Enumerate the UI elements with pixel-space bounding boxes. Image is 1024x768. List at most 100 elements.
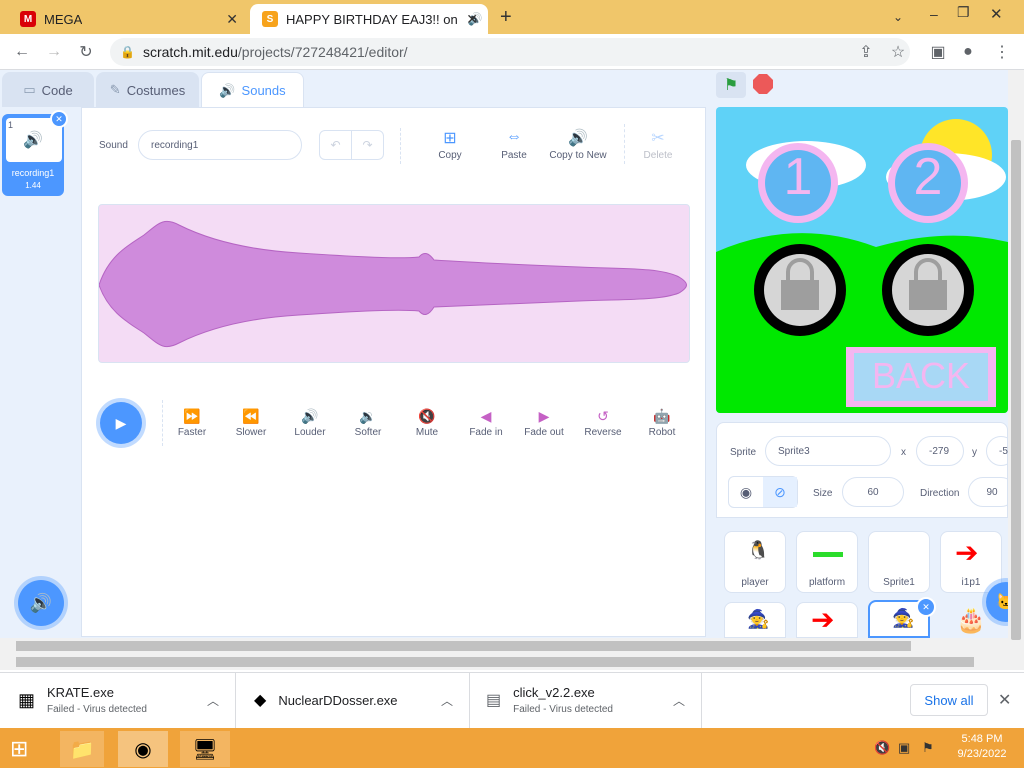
address-bar[interactable]: 🔒 scratch.mit.edu /projects/727248421/ed… bbox=[110, 38, 910, 66]
sound-item-duration: 1.44 bbox=[25, 181, 41, 190]
scrollbar-thumb[interactable] bbox=[16, 641, 911, 651]
forward-icon[interactable]: → bbox=[44, 42, 64, 62]
scrollbar-thumb[interactable] bbox=[1011, 140, 1021, 640]
redo-button[interactable]: ↷ bbox=[352, 131, 383, 159]
download-item[interactable]: ▦ KRATE.exe Failed - Virus detected ︿ bbox=[0, 672, 236, 728]
sound-name-input[interactable] bbox=[138, 130, 302, 160]
green-flag-icon[interactable]: ⚑ bbox=[716, 72, 746, 98]
undo-button[interactable]: ↶ bbox=[320, 131, 352, 159]
chrome-icon[interactable]: ◉ bbox=[118, 731, 168, 767]
sprite-tile-sprite1[interactable]: Sprite1 bbox=[868, 531, 930, 593]
effect-faster[interactable]: ⏩ Faster bbox=[164, 405, 220, 438]
sprite-tile-platform[interactable]: platform bbox=[796, 531, 858, 593]
size-input[interactable]: 60 bbox=[842, 477, 904, 507]
copy-to-new-label: Copy to New bbox=[549, 150, 607, 161]
effect-louder[interactable]: 🔊 Louder bbox=[282, 405, 338, 438]
sprite-tile[interactable]: 🧙 bbox=[724, 602, 786, 638]
stage[interactable]: 1 2 BACK bbox=[716, 107, 1008, 413]
horizontal-scrollbar-2[interactable] bbox=[0, 654, 1024, 670]
add-sound-button[interactable]: 🔊 bbox=[18, 580, 64, 626]
sprite-tile-player[interactable]: 🐧 player bbox=[724, 531, 786, 593]
control-panel-icon[interactable]: 🖥 bbox=[180, 731, 230, 767]
sidebar-icon[interactable]: ▣ bbox=[928, 42, 948, 62]
delete-icon[interactable]: ✕ bbox=[50, 110, 68, 128]
waveform-container[interactable] bbox=[98, 204, 690, 363]
back-icon[interactable]: ← bbox=[12, 42, 32, 62]
minimize-button[interactable]: – bbox=[930, 6, 938, 22]
chevron-up-icon[interactable]: ︿ bbox=[441, 692, 453, 709]
show-all-button[interactable]: Show all bbox=[910, 684, 988, 716]
window-close-button[interactable]: ✕ bbox=[990, 5, 1003, 23]
share-icon[interactable]: ⇪ bbox=[856, 42, 876, 62]
chevron-down-icon[interactable]: ⌄ bbox=[893, 10, 903, 24]
chevron-up-icon[interactable]: ︿ bbox=[673, 692, 685, 709]
robot-icon: 🤖 bbox=[653, 408, 671, 424]
eye-icon[interactable]: ◉ bbox=[729, 477, 763, 507]
direction-label: Direction bbox=[920, 488, 960, 499]
back-button[interactable]: BACK bbox=[854, 355, 988, 397]
tab-code[interactable]: ▭ Code bbox=[2, 72, 94, 107]
close-icon[interactable]: ✕ bbox=[226, 11, 238, 28]
lock-icon: 🔒 bbox=[120, 45, 135, 59]
delete-button[interactable]: ✂ Delete bbox=[630, 128, 686, 161]
x-input[interactable]: -279 bbox=[916, 436, 964, 466]
chevron-up-icon[interactable]: ︿ bbox=[207, 692, 219, 709]
volume-muted-icon[interactable]: 🔇 bbox=[874, 740, 890, 756]
tab-mega[interactable]: M MEGA ✕ bbox=[8, 4, 248, 34]
slower-icon: ⏪ bbox=[242, 408, 260, 424]
notification-icon[interactable]: ⚑ bbox=[922, 740, 934, 756]
maximize-button[interactable]: ❐ bbox=[957, 4, 970, 21]
effect-fade-out[interactable]: ▶ Fade out bbox=[516, 405, 572, 438]
effect-label: Mute bbox=[415, 427, 439, 438]
wizard-sprite-icon: 🧙 bbox=[892, 608, 915, 628]
tab-costumes[interactable]: ✎ Costumes bbox=[96, 72, 199, 107]
fade-in-icon: ◀ bbox=[480, 408, 492, 424]
fade-out-icon: ▶ bbox=[538, 408, 550, 424]
tab-title: HAPPY BIRTHDAY EAJ3!! on bbox=[286, 11, 458, 27]
menu-icon[interactable]: ⋮ bbox=[992, 42, 1012, 62]
play-button[interactable]: ▶ bbox=[100, 402, 142, 444]
tab-scratch[interactable]: S HAPPY BIRTHDAY EAJ3!! on 🔊 ✕ bbox=[250, 4, 488, 34]
effect-fade-in[interactable]: ◀ Fade in bbox=[458, 405, 514, 438]
scrollbar-thumb[interactable] bbox=[16, 657, 974, 667]
reload-icon[interactable]: ↻ bbox=[76, 42, 96, 62]
sprite-label: Sprite bbox=[730, 447, 757, 458]
star-icon[interactable]: ☆ bbox=[888, 42, 908, 62]
new-tab-button[interactable]: + bbox=[500, 6, 512, 29]
effect-reverse[interactable]: ↺ Reverse bbox=[575, 405, 631, 438]
paste-button[interactable]: ⇔ Paste bbox=[486, 128, 542, 161]
paste-label: Paste bbox=[501, 150, 527, 161]
windows-start-icon[interactable]: ⊞ bbox=[10, 736, 40, 762]
effect-slower[interactable]: ⏪ Slower bbox=[223, 405, 279, 438]
sound-index: 1 bbox=[8, 120, 14, 130]
copy-button[interactable]: ⊞ Copy bbox=[422, 128, 478, 161]
close-icon[interactable]: ✕ bbox=[466, 11, 478, 28]
clock[interactable]: 5:48 PM 9/23/2022 bbox=[946, 733, 1018, 760]
effect-robot[interactable]: 🤖 Robot bbox=[634, 405, 690, 438]
download-name: KRATE.exe bbox=[47, 685, 114, 700]
effect-softer[interactable]: 🔉 Softer bbox=[340, 405, 396, 438]
stop-icon[interactable] bbox=[753, 74, 773, 94]
effect-mute[interactable]: 🔇 Mute bbox=[399, 405, 455, 438]
sprite-tile-i1p1[interactable]: ➔ i1p1 bbox=[940, 531, 1002, 593]
sprite-tile[interactable]: ➔ bbox=[796, 602, 858, 638]
close-downloads-icon[interactable]: ✕ bbox=[998, 690, 1011, 710]
cake-sprite-icon: 🎂 bbox=[956, 607, 986, 634]
level-2-button[interactable]: 2 bbox=[888, 147, 968, 207]
tab-sounds[interactable]: 🔊 Sounds bbox=[201, 72, 304, 108]
delete-icon[interactable]: ✕ bbox=[916, 597, 936, 617]
horizontal-scrollbar-1[interactable] bbox=[0, 638, 1008, 654]
vertical-scrollbar[interactable] bbox=[1008, 70, 1024, 655]
exe-file-icon: ▦ bbox=[18, 689, 36, 710]
level-1-button[interactable]: 1 bbox=[758, 147, 838, 207]
download-item[interactable]: ◆ NuclearDDosser.exe ︿ bbox=[236, 672, 470, 728]
effect-label: Slower bbox=[235, 427, 267, 438]
network-icon[interactable]: ▣ bbox=[898, 740, 910, 756]
sprite-name-input[interactable]: Sprite3 bbox=[765, 436, 891, 466]
tab-label: Sounds bbox=[241, 83, 286, 98]
download-item[interactable]: ▤ click_v2.2.exe Failed - Virus detected… bbox=[470, 672, 702, 728]
file-explorer-icon[interactable]: 📁 bbox=[60, 731, 104, 767]
eye-hidden-icon[interactable]: ⊘ bbox=[763, 477, 797, 507]
profile-icon[interactable]: ● bbox=[958, 42, 978, 62]
copy-to-new-button[interactable]: 🔊 Copy to New bbox=[546, 128, 610, 161]
